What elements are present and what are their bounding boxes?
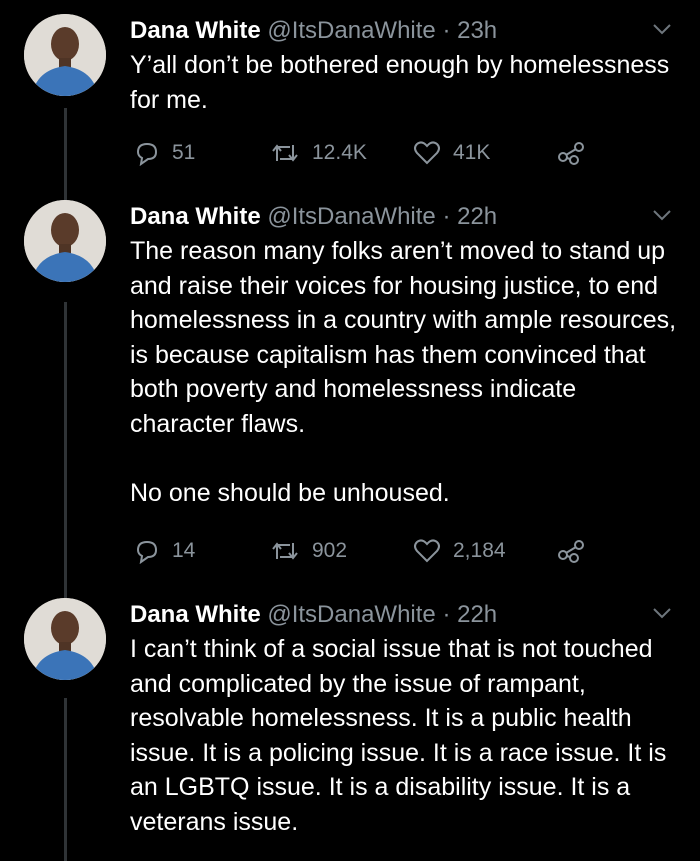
tweet-text: Y’all don’t be bothered enough by homele… [130, 51, 670, 114]
share-button[interactable] [556, 536, 598, 566]
retweet-icon [272, 542, 298, 560]
reply-icon [136, 540, 158, 564]
author-name[interactable]: Dana White [130, 601, 261, 628]
like-icon [414, 539, 440, 563]
author-name[interactable]: Dana White [130, 17, 261, 44]
like-button[interactable]: 2,184 [413, 536, 506, 566]
chevron-down-icon[interactable] [652, 208, 672, 222]
retweet-count: 12.4K [312, 141, 367, 164]
retweet-button[interactable]: 902 [270, 536, 347, 566]
tweet-header: Dana White @ItsDanaWhite · 23h [130, 14, 497, 48]
reply-count: 51 [172, 141, 196, 164]
tweet-time[interactable]: · 22h [442, 203, 497, 230]
like-count: 2,184 [453, 539, 506, 562]
author-name[interactable]: Dana White [130, 203, 261, 230]
tweet-1[interactable]: Dana White @ItsDanaWhite · 23h Y’all don… [0, 14, 700, 184]
tweet-3[interactable]: Dana White @ItsDanaWhite · 22h I can’t t… [0, 598, 700, 861]
tweet-time[interactable]: · 23h [442, 17, 497, 44]
author-handle[interactable]: @ItsDanaWhite [267, 17, 435, 44]
avatar[interactable] [24, 14, 106, 96]
like-count: 41K [453, 141, 491, 164]
tweet-header: Dana White @ItsDanaWhite · 22h [130, 598, 497, 632]
tweet-header: Dana White @ItsDanaWhite · 22h [130, 200, 497, 234]
like-icon [414, 141, 440, 165]
avatar[interactable] [24, 598, 106, 680]
author-handle[interactable]: @ItsDanaWhite [267, 601, 435, 628]
tweet-2[interactable]: Dana White @ItsDanaWhite · 22h The reaso… [0, 200, 700, 580]
chevron-down-icon[interactable] [652, 606, 672, 620]
tweet-time[interactable]: · 22h [442, 601, 497, 628]
retweet-icon [272, 144, 298, 162]
tweet-text: I can’t think of a social issue that is … [130, 635, 667, 836]
share-button[interactable] [556, 138, 598, 168]
reply-button[interactable]: 51 [134, 138, 195, 168]
tweet-text: The reason many folks aren’t moved to st… [130, 237, 677, 507]
share-icon [558, 142, 584, 165]
retweet-button[interactable]: 12.4K [270, 138, 367, 168]
reply-button[interactable]: 14 [134, 536, 195, 566]
reply-count: 14 [172, 539, 196, 562]
share-icon [558, 540, 584, 563]
reply-icon [136, 142, 158, 166]
chevron-down-icon[interactable] [652, 22, 672, 36]
retweet-count: 902 [312, 539, 348, 562]
like-button[interactable]: 41K [413, 138, 490, 168]
tweet-actions: 14 902 2,184 [130, 536, 600, 566]
author-handle[interactable]: @ItsDanaWhite [267, 203, 435, 230]
tweet-actions: 51 12.4K 41K [130, 138, 600, 168]
avatar[interactable] [24, 200, 106, 282]
